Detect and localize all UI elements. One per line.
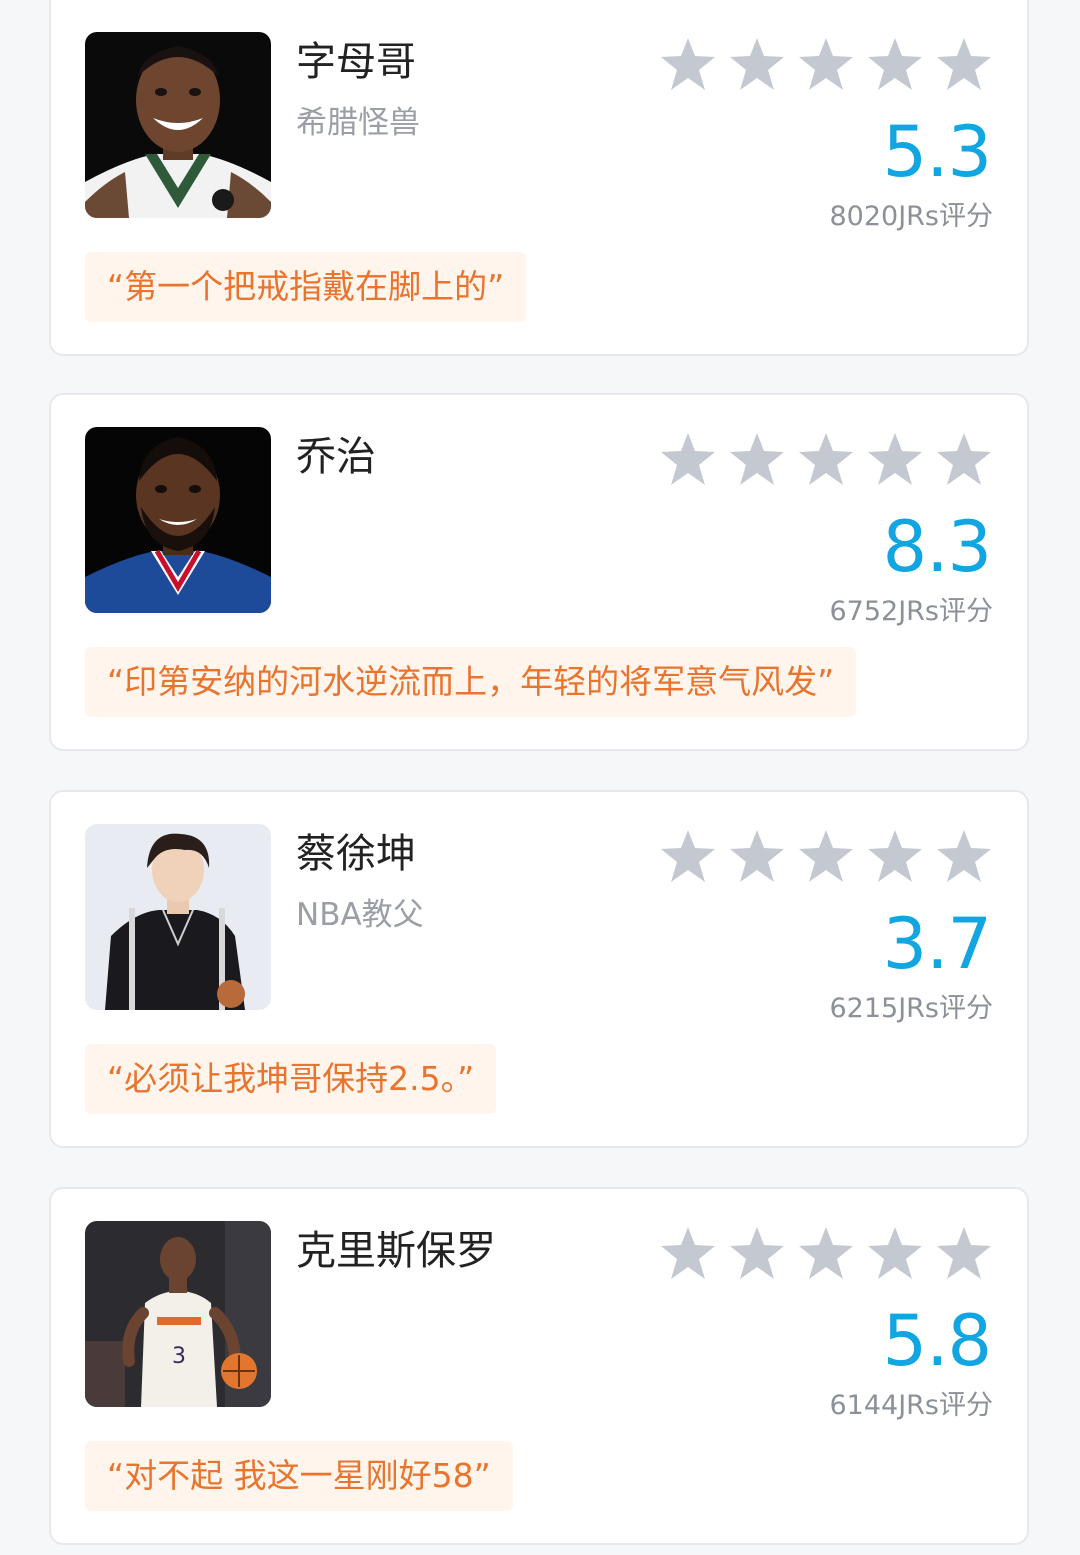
quote-text: “第一个把戒指戴在脚上的” xyxy=(107,267,505,306)
player-nickname: NBA教父 xyxy=(296,897,424,933)
quote-text: “印第安纳的河水逆流而上，年轻的将军意气风发” xyxy=(107,662,835,701)
portrait-image xyxy=(85,824,271,1010)
portrait-image: 3 xyxy=(85,1221,271,1407)
quote-box: “印第安纳的河水逆流而上，年轻的将军意气风发” xyxy=(85,647,857,717)
star-icon[interactable] xyxy=(659,828,717,884)
star-rating[interactable] xyxy=(659,1225,999,1285)
star-icon[interactable] xyxy=(935,828,993,884)
svg-text:3: 3 xyxy=(172,1344,186,1369)
star-icon[interactable] xyxy=(866,431,924,487)
rating-card[interactable]: 字母哥 希腊怪兽 5.3 8020JRs评分 “第一个把戒指戴在脚上的” xyxy=(49,0,1029,356)
rating-count: 8020JRs评分 xyxy=(829,201,993,232)
star-icon[interactable] xyxy=(797,36,855,92)
star-icon[interactable] xyxy=(659,1225,717,1281)
star-icon[interactable] xyxy=(797,828,855,884)
player-name: 蔡徐坤 xyxy=(296,831,416,877)
player-photo: 3 xyxy=(85,1221,271,1407)
rating-count: 6215JRs评分 xyxy=(829,993,993,1024)
player-nickname: 希腊怪兽 xyxy=(296,105,420,141)
star-rating[interactable] xyxy=(659,431,999,491)
quote-box: “必须让我坤哥保持2.5。” xyxy=(85,1044,497,1114)
rating-score: 8.3 xyxy=(882,506,992,588)
star-icon[interactable] xyxy=(728,36,786,92)
star-icon[interactable] xyxy=(866,1225,924,1281)
star-rating[interactable] xyxy=(659,828,999,888)
person-photo xyxy=(85,824,271,1010)
star-icon[interactable] xyxy=(728,431,786,487)
star-icon[interactable] xyxy=(935,36,993,92)
quote-text: “对不起 我这一星刚好58” xyxy=(107,1456,491,1495)
player-name: 克里斯保罗 xyxy=(296,1228,496,1274)
star-icon[interactable] xyxy=(797,431,855,487)
rating-score: 5.3 xyxy=(882,111,992,193)
player-name: 字母哥 xyxy=(296,39,416,85)
star-icon[interactable] xyxy=(659,36,717,92)
portrait-image xyxy=(85,32,271,218)
quote-box: “对不起 我这一星刚好58” xyxy=(85,1441,513,1511)
rating-score: 3.7 xyxy=(882,903,992,985)
star-icon[interactable] xyxy=(866,828,924,884)
star-icon[interactable] xyxy=(935,1225,993,1281)
rating-card[interactable]: 3 克里斯保罗 5.8 6144JRs评分 “对不起 我这一星刚好58” xyxy=(49,1187,1029,1545)
star-icon[interactable] xyxy=(935,431,993,487)
star-icon[interactable] xyxy=(728,828,786,884)
rating-count: 6144JRs评分 xyxy=(829,1390,993,1421)
rating-card[interactable]: 蔡徐坤 NBA教父 3.7 6215JRs评分 “必须让我坤哥保持2.5。” xyxy=(49,790,1029,1148)
portrait-image xyxy=(85,427,271,613)
star-rating[interactable] xyxy=(659,36,999,96)
rating-count: 6752JRs评分 xyxy=(829,596,993,627)
player-name: 乔治 xyxy=(296,434,376,480)
rating-card[interactable]: 乔治 8.3 6752JRs评分 “印第安纳的河水逆流而上，年轻的将军意气风发” xyxy=(49,393,1029,751)
rating-score: 5.8 xyxy=(882,1300,992,1382)
player-photo xyxy=(85,427,271,613)
star-icon[interactable] xyxy=(659,431,717,487)
star-icon[interactable] xyxy=(797,1225,855,1281)
quote-text: “必须让我坤哥保持2.5。” xyxy=(107,1059,475,1098)
player-photo xyxy=(85,32,271,218)
star-icon[interactable] xyxy=(866,36,924,92)
quote-box: “第一个把戒指戴在脚上的” xyxy=(85,252,527,322)
star-icon[interactable] xyxy=(728,1225,786,1281)
